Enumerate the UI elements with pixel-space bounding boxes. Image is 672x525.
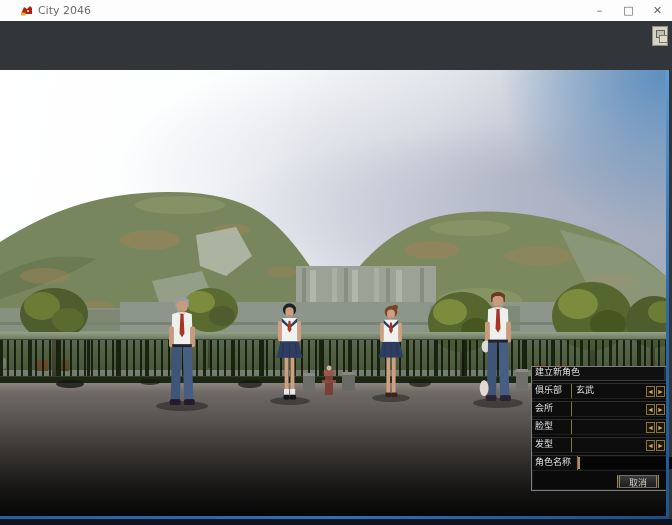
- dialog-title: 建立新角色: [532, 367, 667, 381]
- cancel-button[interactable]: 取消: [617, 475, 659, 488]
- window-bottom-strip: [0, 519, 672, 525]
- clubhouse-prev-button[interactable]: ◄: [646, 404, 655, 415]
- clubhouse-next-button[interactable]: ►: [656, 404, 665, 415]
- clubhouse-label: 会所: [532, 402, 572, 416]
- railing-top-rail: [0, 332, 666, 340]
- face-value: [572, 420, 646, 434]
- app-window: City 2046 – □ ✕: [0, 0, 672, 525]
- character-name-label: 角色名称: [532, 456, 578, 470]
- character-name-input[interactable]: [578, 457, 672, 469]
- face-next-button[interactable]: ►: [656, 422, 665, 433]
- hair-label: 发型: [532, 438, 572, 452]
- clubhouse-arrows: ◄ ►: [646, 404, 667, 415]
- clubhouse-value: [572, 402, 646, 416]
- maximize-button[interactable]: □: [614, 0, 643, 21]
- club-value: 玄武: [572, 384, 646, 398]
- character-name-row: 角色名称: [532, 455, 667, 471]
- clubhouse-row: 会所 ◄ ►: [532, 401, 667, 417]
- club-next-button[interactable]: ►: [656, 386, 665, 397]
- club-arrows: ◄ ►: [646, 386, 667, 397]
- hair-arrows: ◄ ►: [646, 440, 667, 451]
- restore-window-icon[interactable]: [652, 26, 668, 46]
- viewport-right-border: [666, 70, 669, 518]
- dialog-button-row: 取消: [532, 473, 667, 490]
- window-controls: – □ ✕: [585, 0, 672, 21]
- face-arrows: ◄ ►: [646, 422, 667, 433]
- character-man-gray-hair[interactable]: [162, 296, 202, 408]
- title-bar: City 2046 – □ ✕: [0, 0, 672, 21]
- character-schoolgirl-brown-hair[interactable]: [374, 305, 408, 399]
- minimize-button[interactable]: –: [585, 0, 614, 21]
- restore-square-front: [659, 35, 668, 43]
- hair-value: [572, 438, 646, 452]
- hair-row: 发型 ◄ ►: [532, 437, 667, 453]
- close-button[interactable]: ✕: [643, 0, 672, 21]
- hair-next-button[interactable]: ►: [656, 440, 665, 451]
- character-man-brown-hair[interactable]: [478, 291, 518, 404]
- character-schoolgirl-black-hair[interactable]: [272, 302, 307, 402]
- face-prev-button[interactable]: ◄: [646, 422, 655, 433]
- club-row: 俱乐部 玄武 ◄ ►: [532, 383, 667, 399]
- club-prev-button[interactable]: ◄: [646, 386, 655, 397]
- face-row: 脸型 ◄ ►: [532, 419, 667, 435]
- app-logo-icon: [20, 5, 33, 16]
- face-label: 脸型: [532, 420, 572, 434]
- create-character-dialog: 建立新角色 俱乐部 玄武 ◄ ► 会所 ◄ ► 脸型 ◄ ►: [531, 366, 668, 491]
- hair-prev-button[interactable]: ◄: [646, 440, 655, 451]
- window-title: City 2046: [38, 4, 585, 17]
- club-label: 俱乐部: [532, 384, 572, 398]
